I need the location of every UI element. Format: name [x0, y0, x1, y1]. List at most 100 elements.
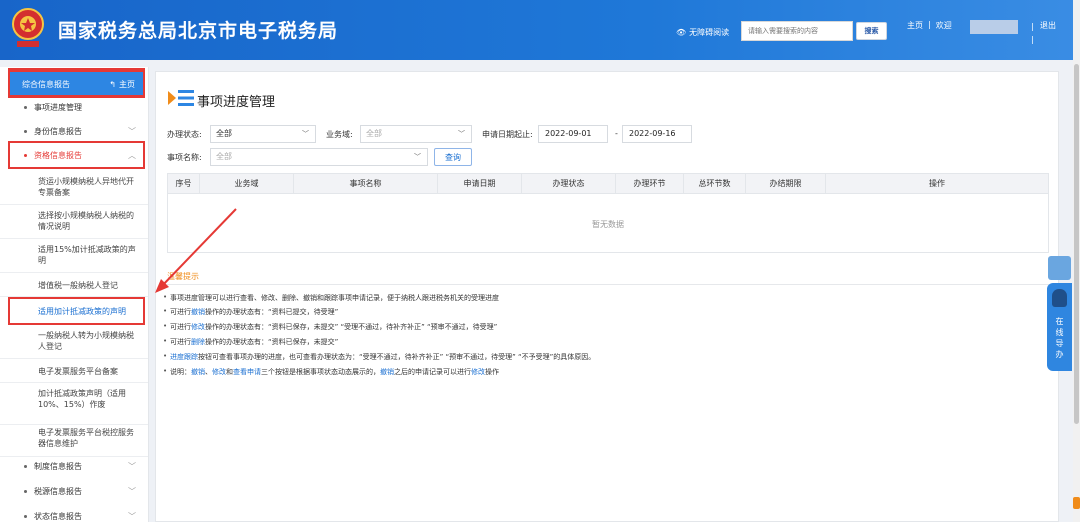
- sidebar-item-system[interactable]: 制度信息报告 ﹀: [0, 459, 148, 473]
- query-button[interactable]: 查询: [434, 148, 472, 166]
- tip-text: 操作: [485, 368, 499, 376]
- tip-keyword: 查看申请: [233, 368, 261, 376]
- chevron-down-icon: ﹀: [128, 126, 136, 136]
- item-name-label: 事项名称:: [167, 153, 202, 162]
- column-header: 办理环节: [616, 174, 684, 194]
- sidebar-item-label: 状态信息报告: [34, 511, 82, 521]
- tip-keyword: 撤销: [380, 368, 394, 376]
- sidebar-subitem[interactable]: 一般纳税人转为小规模纳税人登记: [0, 325, 148, 359]
- sidebar-item-label: 税源信息报告: [34, 486, 82, 496]
- robot-icon: [1052, 289, 1067, 307]
- sidebar-item-tax-source[interactable]: 税源信息报告 ﹀: [0, 484, 148, 498]
- tip-text: 操作的办理状态有：“资料已保存，未提交”: [205, 338, 339, 346]
- home-link[interactable]: 主页: [907, 20, 923, 31]
- table-header: 序号 业务域 事项名称 申请日期 办理状态 办理环节 总环节数 办结期限 操作: [168, 174, 1048, 194]
- status-value: 全部: [216, 129, 232, 138]
- subitem-label: 电子发票服务平台税控服务器信息维护: [38, 428, 134, 448]
- column-header: 业务域: [200, 174, 294, 194]
- tip-line: 进度跟踪按钮可查看事项办理的进度，也可查看办理状态为：“受理不通过，待补齐补正”…: [163, 352, 596, 362]
- sidebar-subitem[interactable]: 选择按小规模纳税人纳税的情况说明: [0, 205, 148, 239]
- sidebar-subitem[interactable]: 电子发票服务平台税控服务器信息维护: [0, 425, 148, 457]
- sidebar-item-status[interactable]: 状态信息报告 ﹀: [0, 509, 148, 522]
- site-title: 国家税务总局北京市电子税务局: [58, 20, 339, 42]
- date-range-label: 申请日期起止:: [482, 130, 533, 139]
- search-button[interactable]: 搜索: [856, 22, 887, 40]
- tip-text: 可进行: [170, 323, 191, 331]
- sidebar-subitem[interactable]: 电子发票服务平台备案: [0, 359, 148, 383]
- sidebar-item-identity[interactable]: 身份信息报告 ﹀: [0, 124, 148, 138]
- online-guide-label: 在线导办: [1055, 317, 1064, 359]
- tip-line: 事项进度管理可以进行查看、修改、删除、撤销和跟踪事项申请记录，便于纳税人跟进税务…: [163, 293, 499, 303]
- chevron-down-icon: ﹀: [128, 486, 136, 496]
- tip-line: 可进行修改操作的办理状态有：“资料已保存，未提交” “受理不通过，待补齐补正” …: [163, 322, 498, 332]
- domain-select[interactable]: 全部 ﹀: [360, 125, 472, 143]
- user-links: 主页 | 欢迎: [907, 20, 952, 31]
- domain-value: 全部: [366, 129, 382, 138]
- accessibility-link[interactable]: 👁 无障碍阅读: [676, 27, 729, 38]
- subitem-label: 货运小规模纳税人异地代开专票备案: [38, 177, 134, 197]
- subitem-label: 增值税一般纳税人登记: [38, 281, 118, 290]
- search-input[interactable]: [741, 21, 853, 41]
- subitem-label: 适用15%加计抵减政策的声明: [38, 245, 136, 265]
- tip-keyword: 修改: [191, 323, 205, 331]
- scroll-marker: [1073, 497, 1080, 509]
- tip-line: 可进行撤销操作的办理状态有：“资料已提交，待受理”: [163, 307, 339, 317]
- tip-text: 操作的办理状态有：“资料已提交，待受理”: [205, 308, 339, 316]
- tip-text: 和: [226, 368, 233, 376]
- highlight-box: [8, 141, 145, 169]
- tip-text: 事项进度管理可以进行查看、修改、删除、撤销和跟踪事项申请记录，便于纳税人跟进税务…: [170, 294, 499, 302]
- sidebar-item-progress[interactable]: 事项进度管理: [0, 100, 148, 114]
- tip-line: 可进行删除操作的办理状态有：“资料已保存，未提交”: [163, 337, 339, 347]
- tip-keyword: 进度跟踪: [170, 353, 198, 361]
- subitem-label: 一般纳税人转为小规模纳税人登记: [38, 331, 134, 351]
- tip-text: 操作的办理状态有：“资料已保存，未提交” “受理不通过，待补齐补正” “预审不通…: [205, 323, 498, 331]
- tip-keyword: 修改: [212, 368, 226, 376]
- sidebar: 综合信息报告 ↰ 主页 事项进度管理 身份信息报告 ﹀ 资格信息报告 ︿ 货运小…: [0, 67, 149, 522]
- subitem-label: 电子发票服务平台备案: [38, 367, 118, 376]
- chevron-down-icon: ﹀: [128, 511, 136, 521]
- sidebar-item-label: 制度信息报告: [34, 461, 82, 471]
- chevron-down-icon: ﹀: [458, 130, 465, 138]
- bullet-icon: [24, 514, 27, 518]
- chevron-down-icon: ﹀: [302, 130, 309, 138]
- sidebar-subitem[interactable]: 适用15%加计抵减政策的声明: [0, 239, 148, 273]
- chevron-down-icon: ﹀: [128, 461, 136, 471]
- bullet-icon: [24, 464, 27, 468]
- domain-label: 业务域:: [326, 130, 353, 139]
- results-table: 序号 业务域 事项名称 申请日期 办理状态 办理环节 总环节数 办结期限 操作 …: [167, 173, 1049, 253]
- tip-line: 说明：撤销、修改和查看申请三个按钮是根据事项状态动态展示的，撤销之后的申请记录可…: [163, 367, 499, 377]
- item-name-value: 全部: [216, 152, 232, 161]
- status-label: 办理状态:: [167, 130, 202, 139]
- empty-state: 暂无数据: [592, 220, 624, 229]
- sidebar-subitem[interactable]: 加计抵减政策声明（适用10%、15%）作废: [0, 383, 148, 425]
- scrollbar-thumb[interactable]: [1074, 64, 1079, 424]
- column-header: 申请日期: [438, 174, 522, 194]
- subitem-label: 加计抵减政策声明（适用10%、15%）作废: [38, 389, 126, 409]
- welcome-text: 欢迎: [935, 21, 952, 30]
- tip-text: 可进行: [170, 308, 191, 316]
- sidebar-subitem[interactable]: 货运小规模纳税人异地代开专票备案: [0, 171, 148, 205]
- username-redacted: [970, 20, 1018, 34]
- chevron-down-icon: ﹀: [414, 153, 421, 161]
- divider: | |: [1031, 22, 1034, 44]
- divider: [167, 284, 1049, 285]
- sidebar-subitem[interactable]: 增值税一般纳税人登记: [0, 273, 148, 297]
- date-end-input[interactable]: 2022-09-16: [622, 125, 692, 143]
- tip-text: 按钮可查看事项办理的进度，也可查看办理状态为：“受理不通过，待补齐补正” “预审…: [198, 353, 596, 361]
- page-title: 事项进度管理: [197, 95, 276, 110]
- column-header: 事项名称: [294, 174, 438, 194]
- status-select[interactable]: 全部 ﹀: [210, 125, 316, 143]
- tip-text: 说明：: [170, 368, 191, 376]
- main-panel: 事项进度管理 办理状态: 全部 ﹀ 业务域: 全部 ﹀ 申请日期起止: 2022…: [155, 71, 1059, 522]
- tip-keyword: 删除: [191, 338, 205, 346]
- date-dash: -: [615, 129, 618, 138]
- item-name-select[interactable]: 全部 ﹀: [210, 148, 428, 166]
- tip-text: 之后的申请记录可以进行: [394, 368, 471, 376]
- sidebar-item-label: 身份信息报告: [34, 126, 82, 136]
- tip-text: 可进行: [170, 338, 191, 346]
- date-start-input[interactable]: 2022-09-01: [538, 125, 608, 143]
- online-guide-button[interactable]: 在线导办: [1047, 283, 1072, 371]
- logout-link[interactable]: 退出: [1040, 20, 1056, 31]
- tip-keyword: 撤销: [191, 368, 205, 376]
- customer-service-icon[interactable]: [1048, 256, 1071, 280]
